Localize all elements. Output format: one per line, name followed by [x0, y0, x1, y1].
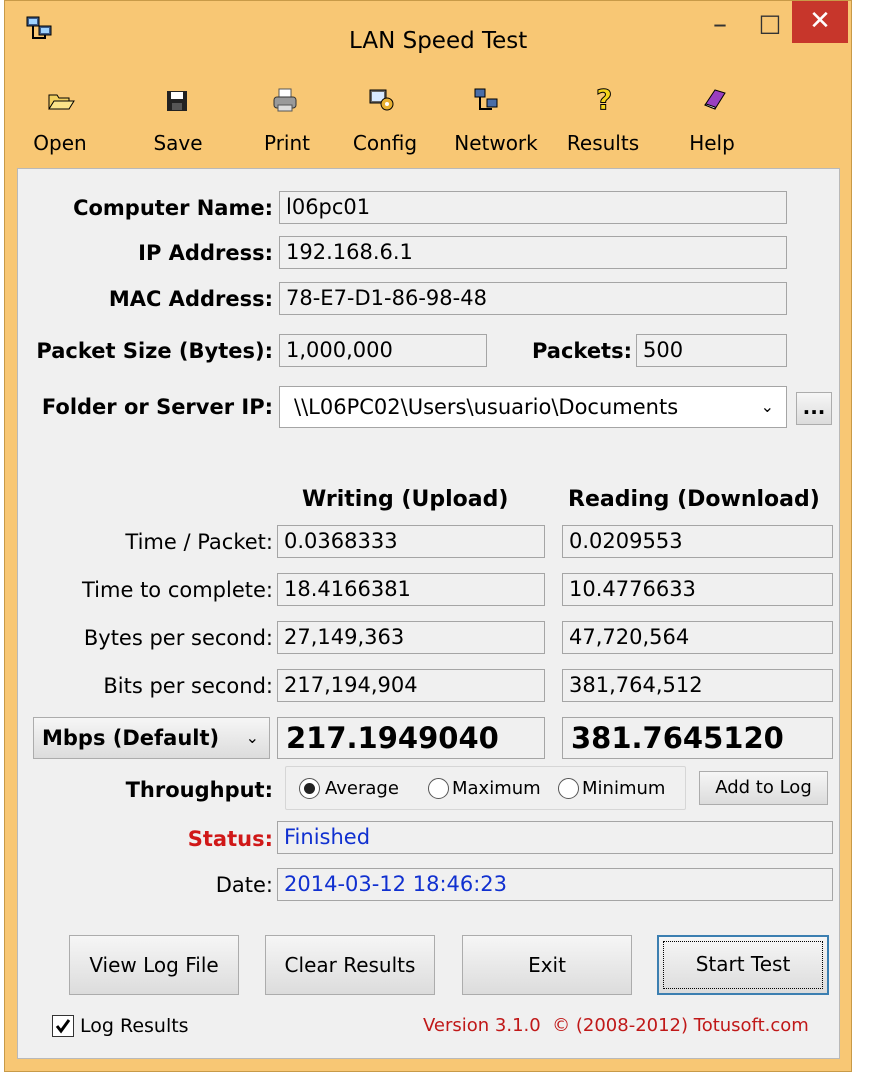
- network-icon: [474, 88, 498, 110]
- results-question-icon: ?: [596, 85, 613, 113]
- start-test-button[interactable]: Start Test: [657, 935, 829, 995]
- toolbar-open[interactable]: Open: [17, 81, 97, 161]
- bytes-per-second-label: Bytes per second:: [83, 626, 273, 650]
- maximize-button[interactable]: □: [751, 9, 789, 43]
- toolbar-open-label: Open: [33, 131, 87, 155]
- unit-select[interactable]: Mbps (Default) ⌄: [33, 717, 270, 759]
- config-computer-icon: [369, 89, 394, 111]
- toolbar-network-label: Network: [454, 131, 538, 155]
- time-per-packet-label: Time / Packet:: [125, 530, 273, 554]
- status-label: Status:: [187, 827, 273, 851]
- minimum-label[interactable]: Minimum: [582, 778, 665, 799]
- average-radio[interactable]: [299, 778, 320, 799]
- ip-address-label: IP Address:: [138, 241, 273, 265]
- date-label: Date:: [215, 873, 273, 897]
- read-mbps-value: 381.7645120: [562, 717, 833, 759]
- clear-results-button[interactable]: Clear Results: [265, 935, 435, 995]
- status-field: Finished: [277, 821, 833, 854]
- add-to-log-button[interactable]: Add to Log: [699, 771, 828, 805]
- maximum-radio[interactable]: [428, 778, 449, 799]
- toolbar-save-label: Save: [153, 131, 203, 155]
- packet-size-field[interactable]: 1,000,000: [279, 334, 487, 367]
- bytes-per-second-read: 47,720,564: [562, 621, 833, 654]
- maximum-label[interactable]: Maximum: [452, 778, 541, 799]
- version-text: Version 3.1.0 © (2008-2012) Totusoft.com: [423, 1015, 809, 1036]
- write-mbps-value: 217.1949040: [277, 717, 545, 759]
- save-disk-icon: [167, 91, 187, 111]
- bits-per-second-read: 381,764,512: [562, 669, 833, 702]
- unit-select-value: Mbps (Default): [42, 726, 220, 750]
- toolbar-results[interactable]: ? Results: [552, 81, 652, 161]
- toolbar: Open Save Print Config Network ? Results…: [17, 81, 747, 161]
- date-field: 2014-03-12 18:46:23: [277, 868, 833, 901]
- close-button[interactable]: ✕: [792, 1, 848, 43]
- average-label[interactable]: Average: [325, 778, 399, 799]
- toolbar-network[interactable]: Network: [437, 81, 547, 161]
- view-log-button[interactable]: View Log File: [69, 935, 239, 995]
- toolbar-help[interactable]: Help: [667, 81, 757, 161]
- writing-header: Writing (Upload): [302, 487, 509, 512]
- browse-button[interactable]: ...: [796, 392, 832, 425]
- throughput-label: Throughput:: [125, 778, 273, 802]
- throughput-group: Average Maximum Minimum: [285, 766, 686, 810]
- toolbar-save[interactable]: Save: [113, 81, 203, 161]
- ip-address-field[interactable]: 192.168.6.1: [279, 236, 787, 269]
- chevron-down-icon: ⌄: [760, 397, 774, 416]
- time-per-packet-write: 0.0368333: [277, 525, 545, 558]
- computer-name-label: Computer Name:: [73, 196, 273, 220]
- svg-text:?: ?: [596, 85, 612, 113]
- reading-header: Reading (Download): [568, 487, 820, 512]
- minimize-button[interactable]: –: [700, 9, 740, 43]
- time-to-complete-write: 18.4166381: [277, 573, 545, 606]
- time-to-complete-read: 10.4776633: [562, 573, 833, 606]
- bits-per-second-write: 217,194,904: [277, 669, 545, 702]
- toolbar-help-label: Help: [689, 131, 735, 155]
- help-book-icon: [704, 89, 726, 110]
- app-icon: [25, 14, 55, 42]
- computer-name-field[interactable]: l06pc01: [279, 191, 787, 224]
- packets-label: Packets:: [531, 339, 632, 363]
- focus-rect: [663, 941, 823, 989]
- time-per-packet-read: 0.0209553: [562, 525, 833, 558]
- minimum-radio[interactable]: [558, 778, 579, 799]
- chevron-down-icon: ⌄: [245, 728, 259, 747]
- bytes-per-second-write: 27,149,363: [277, 621, 545, 654]
- toolbar-results-label: Results: [566, 131, 640, 155]
- check-icon: [55, 1019, 71, 1034]
- window-title: LAN Speed Test: [349, 28, 528, 54]
- toolbar-config-label: Config: [352, 131, 418, 155]
- bits-per-second-label: Bits per second:: [103, 674, 273, 698]
- toolbar-config[interactable]: Config: [317, 81, 417, 161]
- time-to-complete-label: Time to complete:: [82, 578, 273, 602]
- mac-address-label: MAC Address:: [108, 287, 273, 311]
- folder-server-select[interactable]: \\L06PC02\Users\usuario\Documents ⌄: [279, 386, 787, 428]
- printer-icon: [273, 88, 297, 112]
- log-results-checkbox[interactable]: [52, 1015, 74, 1037]
- toolbar-print[interactable]: Print: [217, 81, 310, 161]
- folder-server-value: \\L06PC02\Users\usuario\Documents: [294, 395, 679, 419]
- packets-field[interactable]: 500: [636, 334, 787, 367]
- folder-server-label: Folder or Server IP:: [41, 395, 273, 419]
- open-folder-icon: [48, 94, 75, 110]
- mac-address-field[interactable]: 78-E7-D1-86-98-48: [279, 282, 787, 315]
- packet-size-label: Packet Size (Bytes):: [36, 339, 273, 363]
- log-results-label[interactable]: Log Results: [80, 1015, 189, 1037]
- exit-button[interactable]: Exit: [462, 935, 632, 995]
